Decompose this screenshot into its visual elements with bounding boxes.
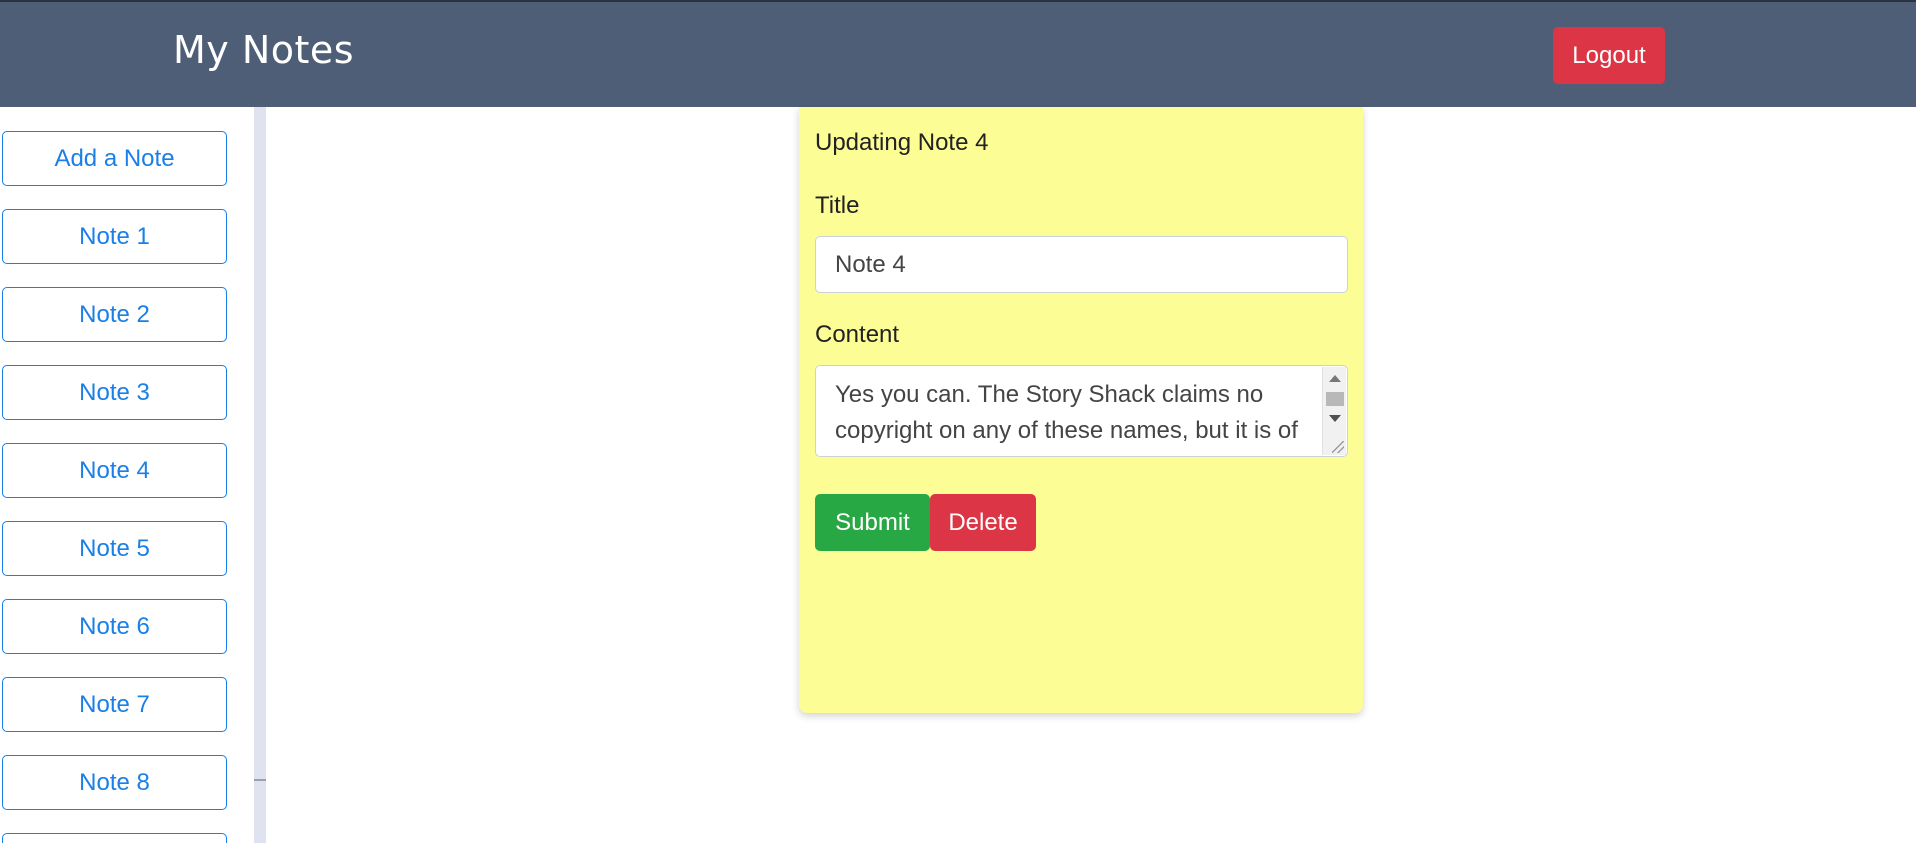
scroll-up-arrow-icon[interactable] xyxy=(1329,375,1341,382)
add-note-button[interactable]: Add a Note xyxy=(2,131,227,186)
sidebar-item-partial[interactable] xyxy=(2,833,227,843)
sidebar-item-note-3[interactable]: Note 3 xyxy=(2,365,227,420)
sidebar-item-note-2[interactable]: Note 2 xyxy=(2,287,227,342)
delete-button[interactable]: Delete xyxy=(930,494,1036,551)
sidebar-item-note-5[interactable]: Note 5 xyxy=(2,521,227,576)
editor-heading: Updating Note 4 xyxy=(815,129,989,156)
notes-sidebar[interactable]: Add a Note Note 1 Note 2 Note 3 Note 4 N… xyxy=(0,107,254,843)
title-label: Title xyxy=(815,192,860,219)
title-input-value: Note 4 xyxy=(835,250,906,278)
textarea-scroll-thumb[interactable] xyxy=(1326,392,1344,406)
title-input[interactable]: Note 4 xyxy=(815,236,1348,293)
logout-button[interactable]: Logout xyxy=(1553,27,1665,84)
sidebar-item-note-6[interactable]: Note 6 xyxy=(2,599,227,654)
navbar: My Notes Logout xyxy=(0,2,1916,107)
sidebar-scrollbar[interactable] xyxy=(254,107,266,843)
sidebar-scrollbar-marker xyxy=(254,779,266,781)
sidebar-item-note-4[interactable]: Note 4 xyxy=(2,443,227,498)
note-editor-panel: Updating Note 4 Title Note 4 Content Yes… xyxy=(799,107,1363,713)
sidebar-item-note-7[interactable]: Note 7 xyxy=(2,677,227,732)
submit-button[interactable]: Submit xyxy=(815,494,930,551)
content-textarea[interactable]: Yes you can. The Story Shack claims no c… xyxy=(815,365,1348,457)
sidebar-item-note-8[interactable]: Note 8 xyxy=(2,755,227,810)
app-brand[interactable]: My Notes xyxy=(173,28,354,72)
content-label: Content xyxy=(815,321,900,348)
resize-grip-icon[interactable] xyxy=(1332,441,1344,453)
sidebar-item-note-1[interactable]: Note 1 xyxy=(2,209,227,264)
scroll-down-arrow-icon[interactable] xyxy=(1329,415,1341,422)
content-textarea-value: Yes you can. The Story Shack claims no c… xyxy=(835,381,1298,444)
